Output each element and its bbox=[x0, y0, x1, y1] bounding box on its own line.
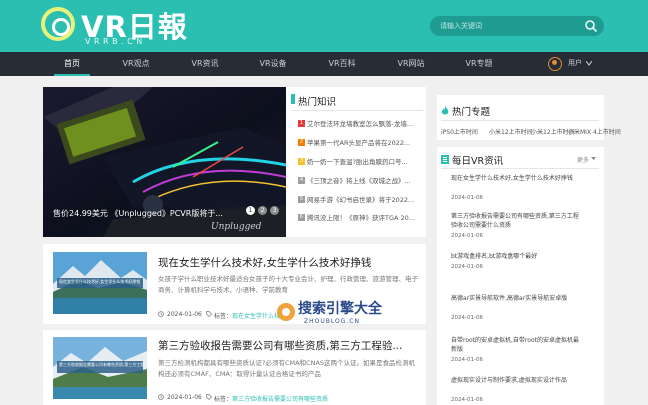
rank-badge: 3 bbox=[298, 158, 305, 165]
chevron-down-icon bbox=[586, 61, 592, 66]
news-title[interactable]: 高德ar实景导航软件,高德ar实景导航安卓版 bbox=[451, 294, 581, 303]
site-header: VR日報 VRRB.CN bbox=[0, 0, 648, 52]
news-date: 2024-01-06 bbox=[451, 357, 483, 363]
hot-knowledge-link[interactable]: 艾尔登法环龙墙教室怎么飘落-龙墙... bbox=[307, 118, 423, 128]
daily-news-title: 每日VR资讯 bbox=[452, 156, 504, 167]
logo-sub-text: VRRB.CN bbox=[85, 37, 146, 46]
thumbnail-caption: 第三方验收报告需要公司有哪些资质,第三方工程验收报告 bbox=[59, 362, 143, 367]
clock-icon bbox=[158, 311, 164, 317]
thumbnail-caption: 现在女生学什么技术好,女生学什么技术好挣钱 bbox=[59, 279, 141, 284]
nav-item-vr-views[interactable]: VR观点 bbox=[114, 52, 158, 76]
hot-topics-title: 热门专题 bbox=[452, 107, 491, 118]
topic-tag[interactable]: 小米MIX 4上市时间 bbox=[568, 127, 621, 136]
hero-page-dot[interactable]: 1 bbox=[246, 206, 255, 215]
hero-page-dot[interactable]: 3 bbox=[270, 206, 279, 215]
nav-item-vr-sites[interactable]: VR网站 bbox=[389, 52, 433, 76]
flame-icon bbox=[441, 106, 449, 115]
rank-badge: 2 bbox=[298, 139, 305, 146]
article-title[interactable]: 第三方验收报告需要公司有哪些资质,第三方工程验... bbox=[158, 338, 402, 353]
rank-badge: 6 bbox=[298, 214, 305, 221]
list-icon bbox=[441, 155, 449, 164]
hot-knowledge-link[interactable]: 网易手游《幻书启世录》将于2022... bbox=[307, 194, 423, 204]
search-input[interactable] bbox=[438, 18, 578, 34]
hot-knowledge-link[interactable]: 《三顶之音》将上线《双城之战》... bbox=[307, 175, 423, 185]
user-label: 用户 bbox=[568, 59, 582, 67]
tag-icon bbox=[206, 311, 212, 317]
search-box bbox=[430, 16, 604, 36]
svg-text:Unplugged: Unplugged bbox=[211, 222, 262, 232]
news-date: 2024-01-06 bbox=[451, 315, 483, 321]
section-marker-icon bbox=[291, 94, 295, 104]
nav-item-vr-news[interactable]: VR资讯 bbox=[183, 52, 227, 76]
hero-page-dot[interactable]: 2 bbox=[258, 206, 267, 215]
news-date: 2024-01-06 bbox=[451, 397, 483, 403]
chevron-down-icon bbox=[591, 157, 596, 160]
tag-icon bbox=[206, 394, 212, 400]
article-date: 2024-01-06 bbox=[167, 311, 202, 318]
topic-tag[interactable]: iPS0上市时间 bbox=[441, 127, 478, 136]
watermark-sub: ZHOUBLOG.CN bbox=[304, 318, 360, 325]
rank-badge: 5 bbox=[298, 196, 305, 203]
article-tag[interactable]: 第三方验收报告需要公司有哪些资质 bbox=[232, 394, 328, 403]
hot-knowledge-title: 热门知识 bbox=[298, 97, 337, 108]
landscape-image bbox=[53, 337, 147, 399]
hot-knowledge-link[interactable]: 腾讯没上限！《原神》获评TGA 20... bbox=[307, 212, 423, 222]
watermark-logo-icon bbox=[277, 303, 295, 321]
divider bbox=[291, 110, 423, 111]
divider bbox=[441, 168, 599, 169]
news-date: 2024-01-06 bbox=[451, 195, 483, 201]
rank-badge: 4 bbox=[298, 177, 305, 184]
news-title[interactable]: 虚拟现实设计与制作要求,虚拟现实设计作品 bbox=[451, 376, 581, 385]
topic-tag[interactable]: 小米12上市时间 bbox=[489, 127, 533, 136]
article-description: 第三方检测机构都具有哪些资质认证?必须有CMA和CNAS这两个认证。如果是食品检… bbox=[158, 359, 416, 378]
user-icon bbox=[548, 57, 562, 71]
nav-item-vr-devices[interactable]: VR设备 bbox=[251, 52, 295, 76]
article-thumbnail[interactable]: 现在女生学什么技术好,女生学什么技术好挣钱 bbox=[53, 252, 147, 314]
daily-news-panel bbox=[437, 147, 604, 405]
article-description: 女孩子学什么职业技术好最适合女孩子的十大专业会计、护理、行政管理、旅游管理、电子… bbox=[158, 275, 418, 294]
article-thumbnail[interactable]: 第三方验收报告需要公司有哪些资质,第三方工程验收报告 bbox=[53, 337, 147, 399]
rank-badge: 1 bbox=[298, 120, 305, 127]
search-icon[interactable] bbox=[584, 19, 598, 33]
more-link[interactable]: 更多 bbox=[577, 155, 589, 164]
article-title[interactable]: 现在女生学什么技术好,女生学什么技术好挣钱 bbox=[158, 255, 371, 270]
logo-mark bbox=[41, 7, 75, 41]
nav-item-vr-wiki[interactable]: VR百科 bbox=[320, 52, 364, 76]
news-title[interactable]: bt游戏盒排名,bt游戏盒哪个最好 bbox=[451, 252, 581, 261]
news-title[interactable]: 现在女生学什么技术好,女生学什么技术好挣钱 bbox=[451, 174, 581, 183]
watermark: 搜索引擎大全 ZHOUBLOG.CN bbox=[276, 296, 396, 336]
watermark-text: 搜索引擎大全 bbox=[298, 301, 382, 317]
nav-item-home[interactable]: 首页 bbox=[56, 52, 88, 76]
news-title[interactable]: 自带root的安卓虚拟机,自带root的安卓虚拟机最新版 bbox=[451, 336, 581, 354]
tag-label: 标签： bbox=[214, 313, 233, 320]
news-title[interactable]: 第三方验收报告需要公司有哪些资质,第三方工程验收公司需要什么资质 bbox=[451, 212, 581, 230]
clock-icon bbox=[158, 394, 164, 400]
news-date: 2024-01-06 bbox=[451, 264, 483, 270]
site-logo[interactable]: VR日報 VRRB.CN bbox=[41, 7, 211, 47]
tag-label: 标签： bbox=[214, 396, 233, 403]
hot-knowledge-link[interactable]: 奶一奶一下查温?胎出角膜药口号... bbox=[307, 156, 423, 166]
nav-item-vr-topics[interactable]: VR专题 bbox=[457, 52, 501, 76]
nav-active-indicator bbox=[54, 74, 90, 76]
article-date: 2024-01-06 bbox=[167, 394, 202, 401]
hot-knowledge-link[interactable]: 苹果第一代AR头显产品将在2022... bbox=[307, 137, 423, 147]
hero-caption[interactable]: 售价24.99美元 《Unplugged》PCVR版将于... bbox=[53, 208, 223, 219]
news-date: 2024-01-06 bbox=[451, 233, 483, 239]
divider bbox=[441, 120, 599, 121]
